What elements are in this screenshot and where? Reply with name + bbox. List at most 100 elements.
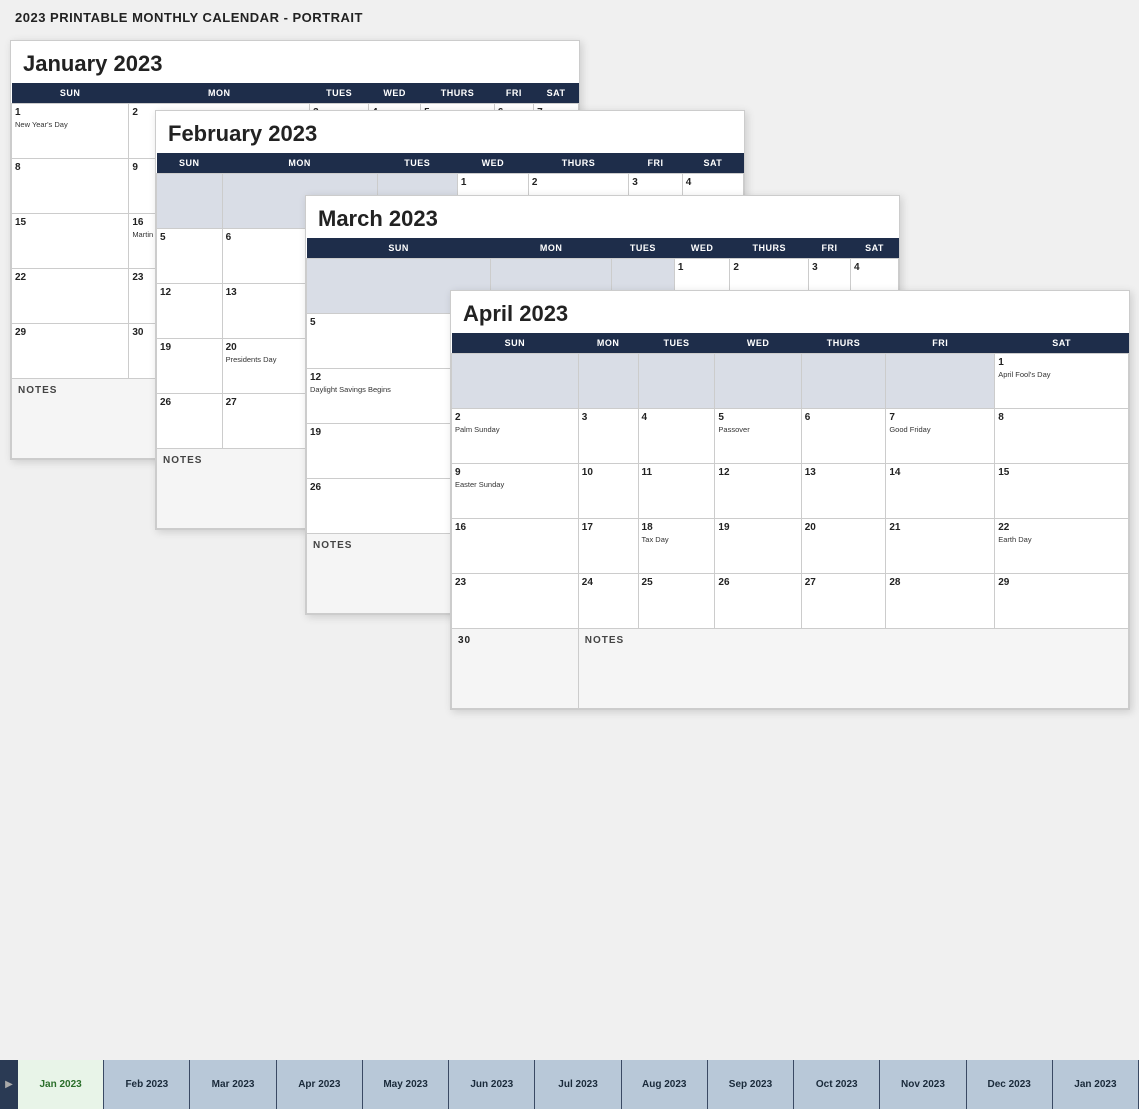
main-container: 2023 PRINTABLE MONTHLY CALENDAR - PORTRA… <box>0 0 1139 1060</box>
tab-feb-2023[interactable]: Feb 2023 <box>104 1060 190 1109</box>
tab-arrow-left[interactable]: ▶ <box>5 1079 13 1090</box>
apr-header-sat: SAT <box>995 333 1129 354</box>
tab-apr-2023[interactable]: Apr 2023 <box>277 1060 363 1109</box>
table-cell: 23 <box>452 574 579 629</box>
table-row: 16 17 18Tax Day 19 20 21 22Earth Day <box>452 519 1129 574</box>
table-cell: 29 <box>12 324 129 379</box>
apr-header-mon: MON <box>578 333 638 354</box>
table-cell: 20 <box>801 519 886 574</box>
page-title: 2023 PRINTABLE MONTHLY CALENDAR - PORTRA… <box>15 10 1124 25</box>
table-cell <box>801 354 886 409</box>
tab-jul-2023[interactable]: Jul 2023 <box>535 1060 621 1109</box>
table-cell: 5 <box>157 229 223 284</box>
table-cell: 11 <box>638 464 715 519</box>
jan-header-sun: SUN <box>12 83 129 104</box>
apr-header-sun: SUN <box>452 333 579 354</box>
table-cell: 10 <box>578 464 638 519</box>
table-cell: 5Passover <box>715 409 801 464</box>
table-cell: 1New Year's Day <box>12 104 129 159</box>
table-cell <box>715 354 801 409</box>
tab-nov-2023[interactable]: Nov 2023 <box>880 1060 966 1109</box>
tab-jan-2023-extra[interactable]: Jan 2023 <box>1053 1060 1139 1109</box>
mar-header-fri: FRI <box>809 238 851 259</box>
table-cell: 12 <box>715 464 801 519</box>
table-cell: 30 <box>452 629 579 709</box>
jan-header-fri: FRI <box>494 83 533 104</box>
tab-aug-2023[interactable]: Aug 2023 <box>622 1060 708 1109</box>
table-cell: 9Easter Sunday <box>452 464 579 519</box>
table-cell <box>578 354 638 409</box>
tab-dec-2023[interactable]: Dec 2023 <box>967 1060 1053 1109</box>
table-cell <box>886 354 995 409</box>
table-cell: 6 <box>801 409 886 464</box>
feb-header-thu: THURS <box>528 153 628 174</box>
mar-header-sat: SAT <box>851 238 899 259</box>
table-cell: 24 <box>578 574 638 629</box>
feb-header-sat: SAT <box>682 153 743 174</box>
april-table: SUN MON TUES WED THURS FRI SAT 1 <box>451 333 1129 709</box>
tab-may-2023[interactable]: May 2023 <box>363 1060 449 1109</box>
notes-label: NOTES <box>578 629 1128 709</box>
table-cell: 7Good Friday <box>886 409 995 464</box>
table-cell: 4 <box>638 409 715 464</box>
table-cell: 19 <box>157 339 223 394</box>
mar-header-mon: MON <box>491 238 612 259</box>
mar-header-sun: SUN <box>307 238 491 259</box>
table-cell: 28 <box>886 574 995 629</box>
table-cell: 12 <box>157 284 223 339</box>
table-row: 1April Fool's Day <box>452 354 1129 409</box>
january-title: January 2023 <box>11 41 579 83</box>
table-cell: 13 <box>801 464 886 519</box>
apr-header-wed: WED <box>715 333 801 354</box>
jan-header-sat: SAT <box>534 83 579 104</box>
table-cell: 15 <box>12 214 129 269</box>
table-cell: 27 <box>801 574 886 629</box>
feb-header-tue: TUES <box>377 153 457 174</box>
table-cell <box>452 354 579 409</box>
tab-jun-2023[interactable]: Jun 2023 <box>449 1060 535 1109</box>
table-cell: 15 <box>995 464 1129 519</box>
table-cell: 19 <box>715 519 801 574</box>
table-cell: 22Earth Day <box>995 519 1129 574</box>
tab-bar: ▶ Jan 2023 Feb 2023 Mar 2023 Apr 2023 Ma… <box>0 1060 1139 1109</box>
february-title: February 2023 <box>156 111 744 153</box>
mar-header-tue: TUES <box>611 238 674 259</box>
apr-header-fri: FRI <box>886 333 995 354</box>
feb-header-sun: SUN <box>157 153 223 174</box>
tab-sep-2023[interactable]: Sep 2023 <box>708 1060 794 1109</box>
jan-header-thu: THURS <box>421 83 495 104</box>
table-cell <box>157 174 223 229</box>
table-cell: 26 <box>157 394 223 449</box>
april-calendar: April 2023 SUN MON TUES WED THURS FRI SA… <box>450 290 1130 710</box>
table-cell: 17 <box>578 519 638 574</box>
apr-header-thu: THURS <box>801 333 886 354</box>
tab-mar-2023[interactable]: Mar 2023 <box>190 1060 276 1109</box>
feb-header-mon: MON <box>222 153 377 174</box>
table-cell: 16 <box>452 519 579 574</box>
apr-header-tue: TUES <box>638 333 715 354</box>
table-cell: 8 <box>995 409 1129 464</box>
feb-header-fri: FRI <box>629 153 683 174</box>
table-cell: 29 <box>995 574 1129 629</box>
table-cell: 8 <box>12 159 129 214</box>
jan-header-mon: MON <box>129 83 310 104</box>
tab-jan-2023[interactable]: Jan 2023 <box>18 1060 104 1109</box>
table-cell: 26 <box>715 574 801 629</box>
april-title: April 2023 <box>451 291 1129 333</box>
tab-oct-2023[interactable]: Oct 2023 <box>794 1060 880 1109</box>
mar-header-thu: THURS <box>730 238 809 259</box>
table-cell <box>638 354 715 409</box>
mar-header-wed: WED <box>674 238 730 259</box>
march-title: March 2023 <box>306 196 899 238</box>
table-cell: 22 <box>12 269 129 324</box>
jan-header-wed: WED <box>369 83 421 104</box>
table-cell: 1April Fool's Day <box>995 354 1129 409</box>
feb-header-wed: WED <box>457 153 528 174</box>
table-cell: 14 <box>886 464 995 519</box>
table-row: 23 24 25 26 27 28 29 <box>452 574 1129 629</box>
table-cell: 18Tax Day <box>638 519 715 574</box>
jan-header-tue: TUES <box>310 83 369 104</box>
table-cell: 21 <box>886 519 995 574</box>
table-cell: 3 <box>578 409 638 464</box>
table-cell: 2Palm Sunday <box>452 409 579 464</box>
